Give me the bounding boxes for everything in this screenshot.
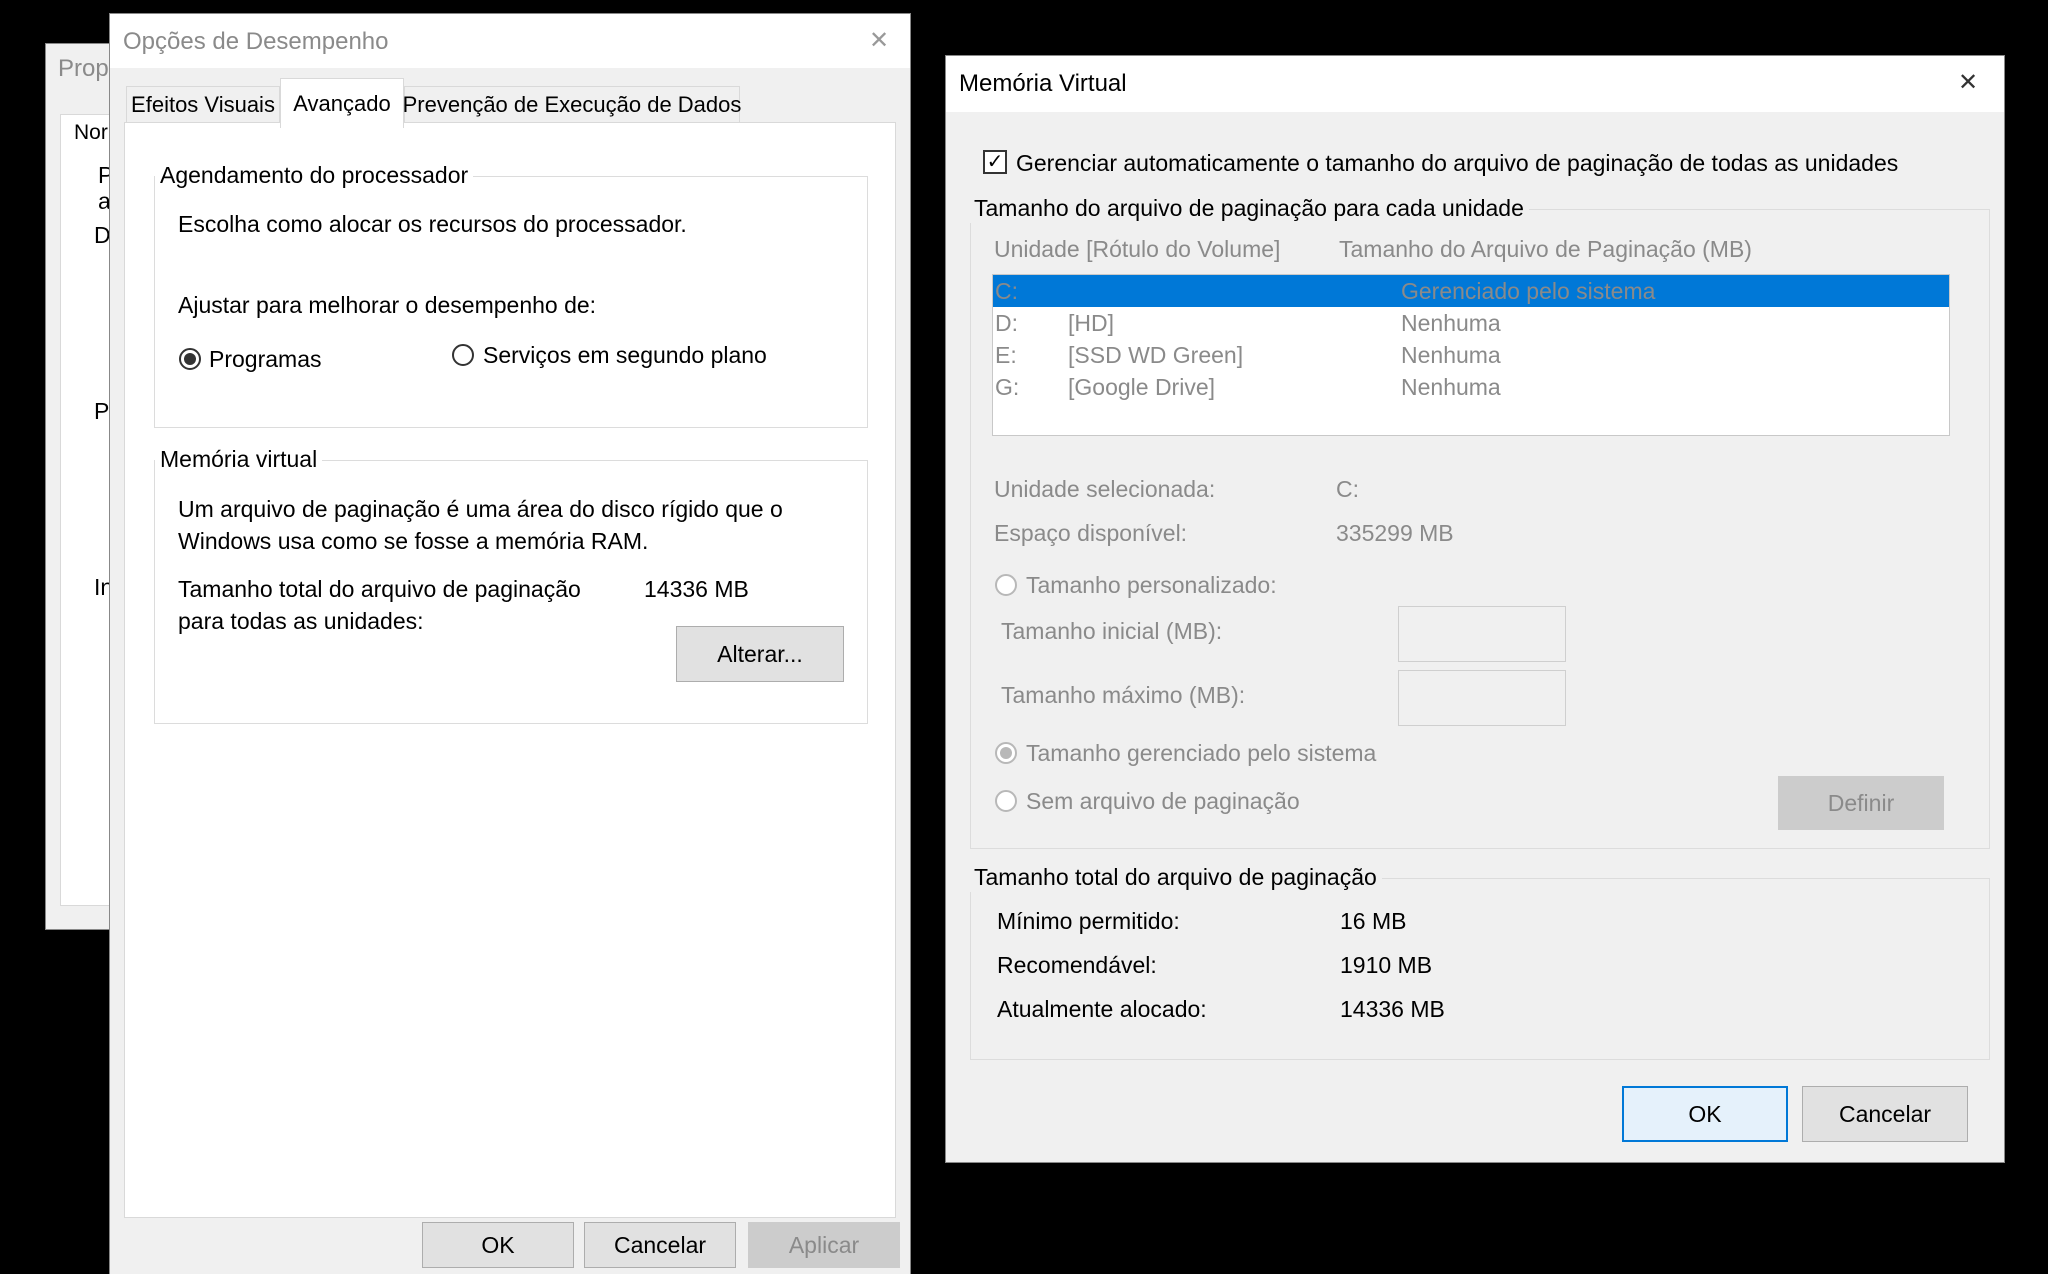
radio-no-paging[interactable] xyxy=(995,790,1017,812)
fragment-2: a xyxy=(98,188,111,214)
tab-partial[interactable]: Nor xyxy=(74,118,108,148)
allocated-value: 14336 MB xyxy=(1340,996,1445,1022)
min-label: Mínimo permitido: xyxy=(997,908,1180,934)
radio-background-services[interactable] xyxy=(452,344,474,366)
cancel-button[interactable]: Cancelar xyxy=(1802,1086,1968,1142)
total-group-title: Tamanho total do arquivo de paginação xyxy=(969,862,1382,892)
auto-manage-checkbox[interactable]: ✓ xyxy=(983,150,1007,174)
selected-drive-label: Unidade selecionada: xyxy=(994,476,1216,502)
ok-button[interactable]: OK xyxy=(1622,1086,1788,1142)
column-header-drive: Unidade [Rótulo do Volume] xyxy=(994,236,1281,262)
processor-group-title: Agendamento do processador xyxy=(155,160,474,190)
selected-drive-value: C: xyxy=(1336,476,1359,502)
dialog-title: Memória Virtual xyxy=(959,70,1127,97)
drive-letter: D: xyxy=(995,310,1018,336)
set-button[interactable]: Definir xyxy=(1778,776,1944,830)
vm-total-label-1: Tamanho total do arquivo de paginação xyxy=(178,576,581,602)
max-size-label: Tamanho máximo (MB): xyxy=(1001,682,1246,708)
change-button[interactable]: Alterar... xyxy=(676,626,844,682)
radio-system-managed[interactable] xyxy=(995,742,1017,764)
drive-size: Nenhuma xyxy=(1401,342,1501,368)
free-space-label: Espaço disponível: xyxy=(994,520,1188,546)
tab-dep[interactable]: Prevenção de Execução de Dados xyxy=(403,86,741,122)
tab-advanced[interactable]: Avançado xyxy=(280,78,404,128)
auto-manage-label[interactable]: Gerenciar automaticamente o tamanho do a… xyxy=(1016,148,1898,178)
fragment-3: D xyxy=(94,222,111,248)
min-value: 16 MB xyxy=(1340,908,1407,934)
max-size-input[interactable] xyxy=(1398,670,1566,726)
drive-row-g[interactable]: G: [Google Drive] Nenhuma xyxy=(993,371,1949,403)
drive-group-title: Tamanho do arquivo de paginação para cad… xyxy=(969,193,1529,223)
close-icon[interactable]: ✕ xyxy=(864,26,894,55)
vm-total-value: 14336 MB xyxy=(644,576,749,602)
drive-list[interactable]: C: Gerenciado pelo sistema D: [HD] Nenhu… xyxy=(992,274,1950,436)
performance-options-dialog: Opções de Desempenho ✕ Efeitos Visuais A… xyxy=(110,14,910,1274)
drive-letter: E: xyxy=(995,342,1017,368)
vm-description-1: Um arquivo de paginação é uma área do di… xyxy=(178,496,783,522)
drive-row-d[interactable]: D: [HD] Nenhuma xyxy=(993,307,1949,339)
drive-letter: G: xyxy=(995,374,1020,400)
vm-description-2: Windows usa como se fosse a memória RAM. xyxy=(178,528,649,554)
drive-label: [Google Drive] xyxy=(1068,374,1216,400)
radio-programs-label[interactable]: Programas xyxy=(209,344,321,374)
drive-letter: C: xyxy=(995,278,1018,304)
radio-services-label[interactable]: Serviços em segundo plano xyxy=(483,340,767,370)
vm-total-label-2: para todas as unidades: xyxy=(178,608,424,634)
no-paging-label[interactable]: Sem arquivo de paginação xyxy=(1026,786,1300,816)
processor-description: Escolha como alocar os recursos do proce… xyxy=(178,211,687,237)
free-space-value: 335299 MB xyxy=(1336,520,1454,546)
drive-label: [SSD WD Green] xyxy=(1068,342,1244,368)
apply-button[interactable]: Aplicar xyxy=(748,1222,900,1268)
column-header-size: Tamanho do Arquivo de Paginação (MB) xyxy=(1339,236,1752,262)
drive-size: Nenhuma xyxy=(1401,374,1501,400)
radio-programs[interactable] xyxy=(179,348,201,370)
close-icon[interactable]: ✕ xyxy=(1953,68,1983,97)
virtual-memory-dialog: Memória Virtual ✕ ✓ Gerenciar automatica… xyxy=(946,56,2004,1162)
cancel-button[interactable]: Cancelar xyxy=(584,1222,736,1268)
tab-visual-effects[interactable]: Efeitos Visuais xyxy=(126,86,280,122)
drive-row-e[interactable]: E: [SSD WD Green] Nenhuma xyxy=(993,339,1949,371)
window-title: Prop xyxy=(58,55,109,82)
custom-size-label[interactable]: Tamanho personalizado: xyxy=(1026,570,1277,600)
allocated-label: Atualmente alocado: xyxy=(997,996,1207,1022)
radio-custom-size[interactable] xyxy=(995,574,1017,596)
ok-button[interactable]: OK xyxy=(422,1222,574,1268)
initial-size-label: Tamanho inicial (MB): xyxy=(1001,618,1223,644)
check-icon: ✓ xyxy=(986,151,1004,173)
recommended-label: Recomendável: xyxy=(997,952,1157,978)
system-managed-label[interactable]: Tamanho gerenciado pelo sistema xyxy=(1026,738,1376,768)
initial-size-input[interactable] xyxy=(1398,606,1566,662)
drive-size: Nenhuma xyxy=(1401,310,1501,336)
drive-label: [HD] xyxy=(1068,310,1114,336)
recommended-value: 1910 MB xyxy=(1340,952,1433,978)
vm-group-title: Memória virtual xyxy=(155,444,323,474)
dialog-title: Opções de Desempenho xyxy=(123,28,389,55)
drive-row-c[interactable]: C: Gerenciado pelo sistema xyxy=(993,275,1949,307)
fragment-4: P xyxy=(94,398,110,424)
drive-size: Gerenciado pelo sistema xyxy=(1401,278,1656,304)
adjust-label: Ajustar para melhorar o desempenho de: xyxy=(178,292,597,318)
